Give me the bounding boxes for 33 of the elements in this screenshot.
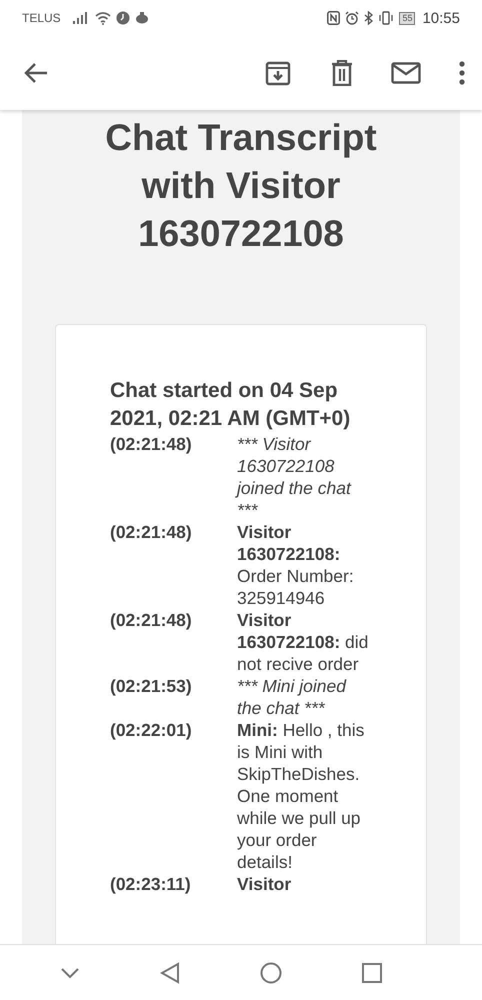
more-icon <box>458 61 466 85</box>
triangle-icon <box>160 962 180 984</box>
battery-indicator: 55 <box>399 12 416 24</box>
clock-icon <box>116 11 130 25</box>
signal-icon <box>72 12 90 24</box>
carrier-name: TELUS <box>22 11 61 25</box>
nfc-icon <box>327 11 340 25</box>
trash-icon <box>330 60 354 86</box>
chat-event: *** Visitor 1630722108 joined the chat *** <box>237 433 352 521</box>
message-time: (02:21:48) <box>110 521 193 544</box>
chat-message: Visitor 1630722108: did not recive order <box>237 609 370 675</box>
chat-message: Visitor <box>237 873 292 895</box>
square-icon <box>362 962 382 982</box>
back-arrow-icon <box>23 62 49 84</box>
message-time: (02:21:53) <box>110 675 193 698</box>
chat-message: Mini: Hello , this is Mini with SkipTheDishes. One moment while we pull up your order details! <box>237 719 366 873</box>
message-time: (02:22:01) <box>110 719 193 742</box>
archive-icon <box>265 60 291 86</box>
circle-icon <box>260 962 282 984</box>
mail-icon <box>391 62 421 84</box>
alarm-icon <box>345 11 360 25</box>
bluetooth-icon <box>364 11 374 25</box>
wifi-icon <box>94 12 111 24</box>
message-time: (02:23:11) <box>110 873 192 895</box>
transcript-title: Chat Transcript with Visitor 1630722108 <box>104 116 378 256</box>
chat-event: *** Mini joined the chat *** <box>237 675 348 719</box>
chat-message: Visitor 1630722108: Order Number: 325914946 <box>237 521 355 609</box>
vibrate-icon <box>378 11 394 25</box>
chat-start-heading: Chat started on 04 Sep 2021, 02:21 AM (GMT+0) <box>110 378 352 432</box>
message-time: (02:21:48) <box>110 609 193 632</box>
clock-time: 10:55 <box>422 10 460 26</box>
chevron-down-icon <box>60 966 80 978</box>
message-time: (02:21:48) <box>110 433 193 456</box>
